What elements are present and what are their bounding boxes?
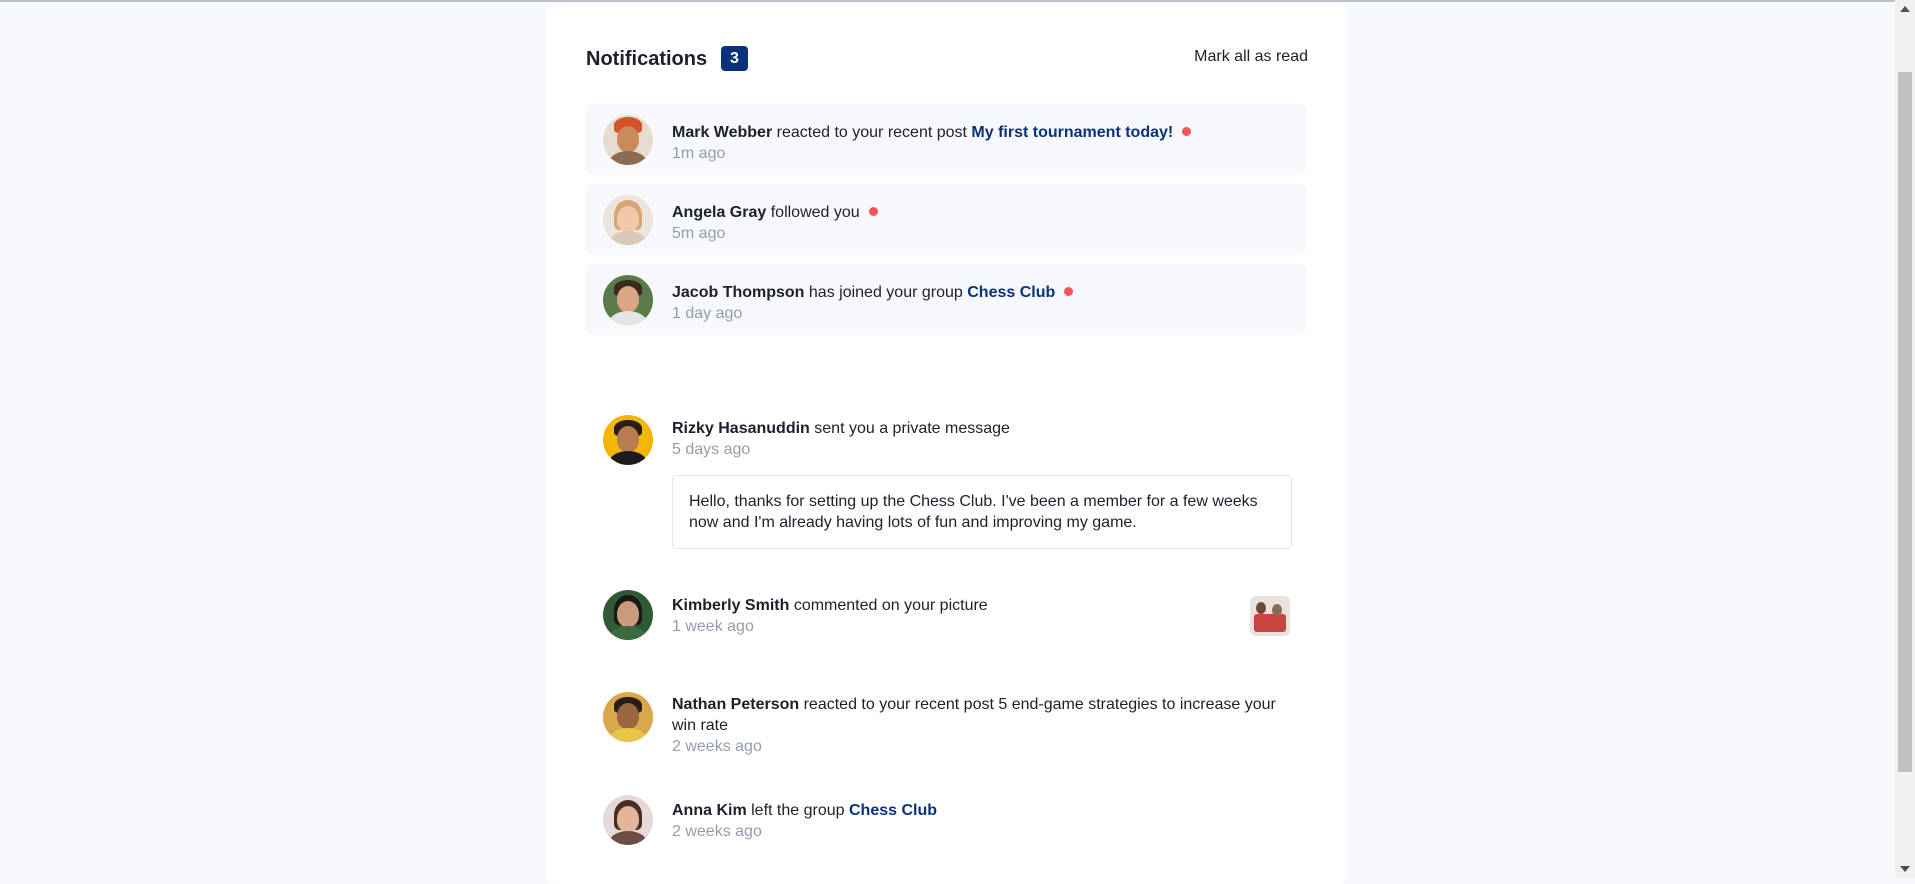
notification-action: left the group	[751, 802, 845, 819]
user-name-link[interactable]: Mark Webber	[672, 124, 772, 141]
user-name-link[interactable]: Rizky Hasanuddin	[672, 420, 810, 437]
notification-item[interactable]: Nathan Peterson reacted to your recent p…	[586, 669, 1306, 757]
avatar	[603, 795, 653, 845]
notification-item[interactable]: Jacob Thompson has joined your group Che…	[586, 264, 1306, 335]
notification-text: Jacob Thompson has joined your group Che…	[672, 282, 1282, 324]
timestamp: 2 weeks ago	[672, 823, 762, 840]
notification-text: Rizky Hasanuddin sent you a private mess…	[672, 418, 1282, 460]
timestamp: 1m ago	[672, 145, 726, 162]
timestamp: 5 days ago	[672, 441, 751, 458]
notification-action: reacted to your recent post	[803, 696, 994, 713]
notification-text: Nathan Peterson reacted to your recent p…	[672, 694, 1282, 757]
notifications-card: Notifications 3 Mark all as read Mark We…	[547, 4, 1347, 884]
scroll-up-arrow-icon[interactable]	[1900, 6, 1910, 12]
notification-action: sent you a private message	[814, 420, 1010, 437]
user-name-link[interactable]: Angela Gray	[672, 204, 766, 221]
timestamp: 5m ago	[672, 225, 726, 242]
user-name-link[interactable]: Anna Kim	[672, 802, 747, 819]
unread-dot	[1064, 287, 1074, 296]
notification-item[interactable]: Anna Kim left the group Chess Club 2 wee…	[586, 779, 1306, 854]
notification-text: Mark Webber reacted to your recent post …	[672, 122, 1282, 164]
notification-item[interactable]: Angela Gray followed you 5m ago	[586, 184, 1306, 255]
private-message-preview[interactable]: Hello, thanks for setting up the Chess C…	[672, 475, 1292, 549]
notification-item[interactable]: Mark Webber reacted to your recent post …	[586, 104, 1306, 175]
notifications-header: Notifications 3 Mark all as read	[586, 44, 1308, 74]
avatar	[603, 115, 653, 165]
scrollbar-thumb[interactable]	[1898, 72, 1912, 772]
notification-action: reacted to your recent post	[776, 124, 967, 141]
mark-all-as-read-button[interactable]: Mark all as read	[1194, 48, 1308, 66]
notification-action: commented on your picture	[793, 597, 988, 614]
notification-action: followed you	[770, 204, 860, 221]
page-title: Notifications	[586, 48, 708, 70]
avatar	[603, 692, 653, 742]
user-name-link[interactable]: Nathan Peterson	[672, 696, 799, 713]
commented-picture-thumbnail[interactable]	[1250, 596, 1290, 636]
timestamp: 2 weeks ago	[672, 738, 762, 755]
timestamp: 1 day ago	[672, 305, 743, 322]
notification-text: Kimberly Smith commented on your picture…	[672, 595, 1282, 637]
group-link[interactable]: Chess Club	[849, 802, 937, 819]
notification-text: Angela Gray followed you 5m ago	[672, 202, 1282, 244]
notification-text: Anna Kim left the group Chess Club 2 wee…	[672, 800, 1282, 842]
post-link[interactable]: My first tournament today!	[971, 124, 1173, 141]
top-border	[0, 0, 1895, 2]
avatar	[603, 275, 653, 325]
unread-dot	[868, 207, 878, 216]
notification-item[interactable]: Rizky Hasanuddin sent you a private mess…	[586, 404, 1306, 554]
notification-item[interactable]: Kimberly Smith commented on your picture…	[586, 574, 1306, 649]
unread-count-badge: 3	[721, 46, 748, 71]
group-link[interactable]: Chess Club	[967, 284, 1055, 301]
user-name-link[interactable]: Jacob Thompson	[672, 284, 804, 301]
page-scrollbar[interactable]	[1895, 0, 1915, 878]
unread-dot	[1182, 127, 1192, 136]
timestamp: 1 week ago	[672, 618, 754, 635]
user-name-link[interactable]: Kimberly Smith	[672, 597, 789, 614]
scroll-down-arrow-icon[interactable]	[1900, 866, 1910, 872]
avatar	[603, 590, 653, 640]
notification-action: has joined your group	[808, 284, 963, 301]
avatar	[603, 415, 653, 465]
avatar	[603, 195, 653, 245]
